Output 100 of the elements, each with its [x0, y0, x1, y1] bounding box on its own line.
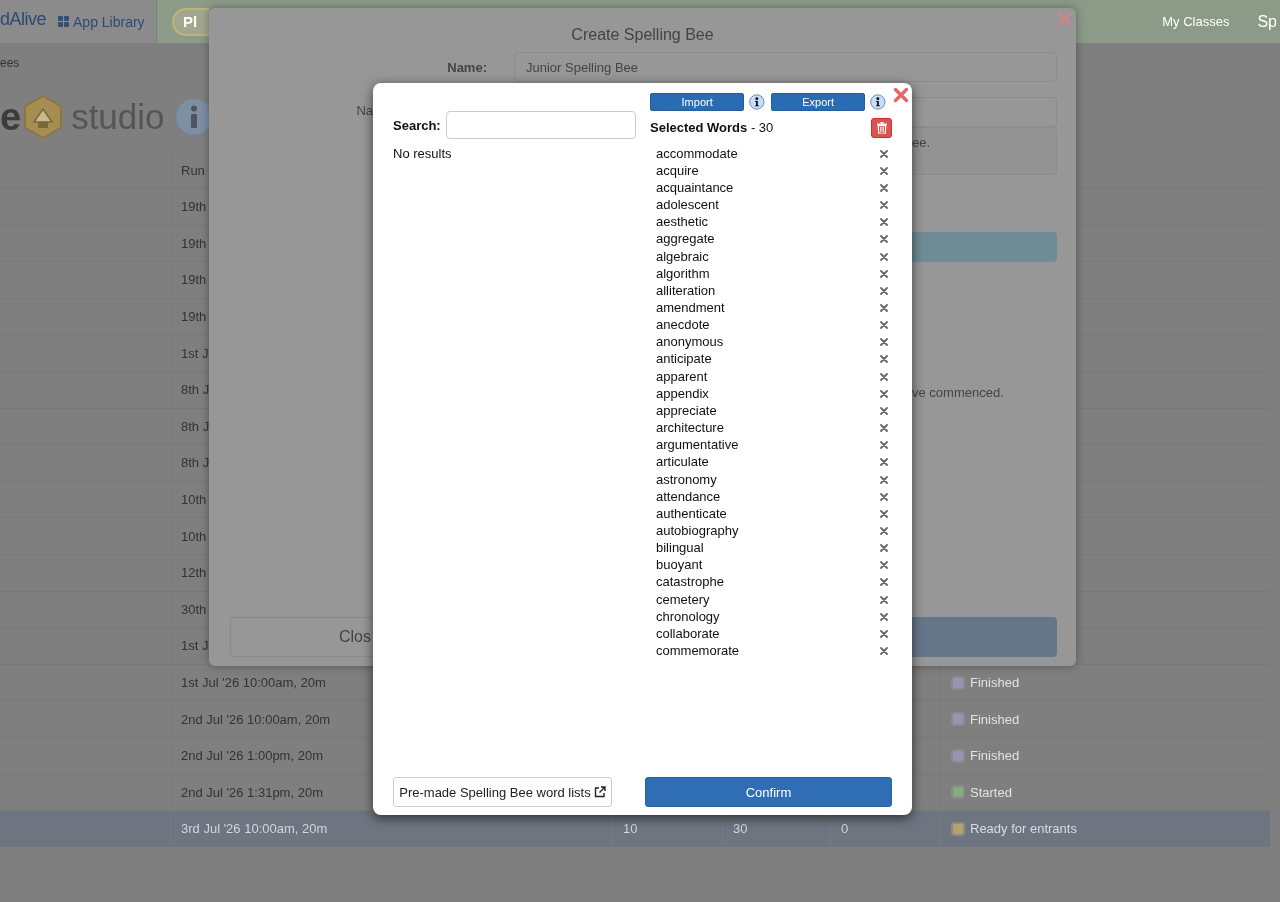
remove-icon[interactable] — [880, 424, 888, 433]
word-item: algebraic — [656, 248, 709, 265]
remove-icon[interactable] — [880, 578, 888, 587]
brand-logo-text: dAlive — [0, 8, 47, 29]
word-item: articulate — [656, 454, 709, 471]
word-item: catastrophe — [656, 574, 724, 591]
remove-icon[interactable] — [880, 527, 888, 535]
word-item: acquaintance — [656, 179, 734, 196]
info-icon[interactable] — [749, 94, 765, 110]
word-item: aesthetic — [656, 214, 709, 231]
word-item: astronomy — [656, 471, 717, 488]
remove-icon[interactable] — [880, 509, 888, 518]
table-cell: 19th — [181, 309, 207, 325]
remove-icon[interactable] — [880, 561, 888, 570]
field-label: Name: — [446, 59, 487, 75]
status-text: Ready for entrants — [970, 821, 1077, 837]
app-library-link[interactable]: App Library — [58, 13, 145, 30]
field-label: Na — [356, 102, 373, 120]
word-item: authenticate — [656, 505, 727, 522]
remove-icon[interactable] — [880, 458, 888, 467]
table-row[interactable]: 3rd Jul '26 10:00am, 20m 10 30 0 Ready for entrants — [0, 810, 1270, 847]
status-text: Started — [970, 784, 1012, 800]
nav-link[interactable]: My Classes — [1162, 14, 1230, 29]
table-cell: 8th J — [181, 455, 210, 471]
remove-icon[interactable] — [880, 321, 888, 330]
table-cell: 12th — [181, 565, 207, 581]
remove-icon[interactable] — [880, 286, 888, 295]
remove-icon[interactable] — [880, 595, 888, 604]
confirm-button[interactable]: Confirm — [645, 777, 892, 807]
remove-icon[interactable] — [880, 149, 888, 158]
table-cell: 10 — [623, 821, 638, 837]
premade-lists-button[interactable]: Pre-made Spelling Bee word lists — [393, 777, 612, 807]
table-cell: 10th — [181, 528, 207, 544]
export-button[interactable]: Export — [771, 93, 866, 111]
remove-icon[interactable] — [880, 389, 888, 398]
import-button[interactable]: Import — [650, 93, 745, 111]
word-item: argumentative — [656, 437, 739, 454]
close-icon[interactable] — [893, 87, 909, 103]
table-cell: 2nd Jul '26 1:00pm, 20m — [181, 748, 323, 764]
word-item: anecdote — [656, 317, 710, 334]
word-item: amendment — [656, 300, 725, 316]
status-text: Finished — [970, 711, 1020, 727]
remove-icon[interactable] — [880, 647, 888, 656]
remove-icon[interactable] — [880, 269, 888, 278]
name-field[interactable]: Junior Spelling Bee — [514, 52, 1057, 82]
search-label: Search: — [393, 117, 441, 133]
word-item: appendix — [656, 385, 709, 402]
remove-icon[interactable] — [880, 183, 888, 192]
remove-icon[interactable] — [880, 252, 888, 261]
remove-icon[interactable] — [880, 304, 888, 312]
table-cell: 8th J — [181, 418, 210, 434]
word-item: appreciate — [656, 402, 717, 419]
word-item: alliteration — [656, 282, 716, 299]
delete-all-button[interactable] — [871, 117, 892, 138]
search-field[interactable] — [445, 111, 636, 139]
remove-icon[interactable] — [880, 544, 888, 553]
remove-icon[interactable] — [880, 492, 888, 501]
word-item: cemetery — [656, 591, 710, 608]
remove-icon[interactable] — [880, 338, 888, 347]
word-item: aggregate — [656, 231, 715, 248]
word-item: commemorate — [656, 643, 740, 660]
remove-icon[interactable] — [880, 629, 888, 638]
word-item: bilingual — [656, 540, 704, 557]
table-cell: 19th — [181, 235, 207, 251]
remove-icon[interactable] — [880, 612, 888, 621]
remove-icon[interactable] — [880, 355, 888, 364]
column-header: Run — [181, 162, 205, 178]
word-item: chronology — [656, 608, 720, 625]
word-item: acquire — [656, 162, 699, 179]
remove-icon[interactable] — [880, 218, 888, 227]
nav-link[interactable]: Sp — [1257, 12, 1277, 31]
remove-icon[interactable] — [880, 372, 888, 381]
word-item: autobiography — [656, 523, 739, 539]
remove-icon[interactable] — [880, 201, 888, 210]
logo-letter: e — [0, 97, 22, 137]
table-cell: 30th — [181, 601, 207, 617]
word-item: apparent — [656, 368, 708, 385]
external-link-icon — [593, 786, 606, 798]
status-text: Finished — [970, 675, 1020, 690]
table-cell: 8th J — [181, 382, 210, 398]
table-cell: 19th — [181, 272, 207, 288]
hexagon-logo-icon — [23, 95, 64, 139]
remove-icon[interactable] — [880, 235, 888, 244]
info-icon[interactable] — [870, 94, 886, 110]
dialog-title: Create Spelling Bee — [571, 26, 714, 43]
close-button[interactable]: Clos — [230, 617, 373, 657]
app-pill-button[interactable]: Pl — [172, 7, 209, 36]
remove-icon[interactable] — [880, 166, 888, 175]
table-cell: 19th — [181, 199, 207, 215]
word-item: adolescent — [656, 197, 719, 214]
table-cell: 10th — [181, 492, 207, 508]
word-item: accommodate — [656, 145, 738, 162]
table-cell: 3rd Jul '26 10:00am, 20m — [181, 821, 328, 837]
word-item: algorithm — [656, 265, 710, 282]
remove-icon[interactable] — [880, 406, 888, 415]
table-cell: 2nd Jul '26 10:00am, 20m — [181, 711, 331, 727]
remove-icon[interactable] — [880, 475, 888, 484]
selected-words-heading: Selected Words - 30 — [650, 120, 774, 135]
word-item: collaborate — [656, 625, 720, 642]
remove-icon[interactable] — [880, 441, 888, 450]
